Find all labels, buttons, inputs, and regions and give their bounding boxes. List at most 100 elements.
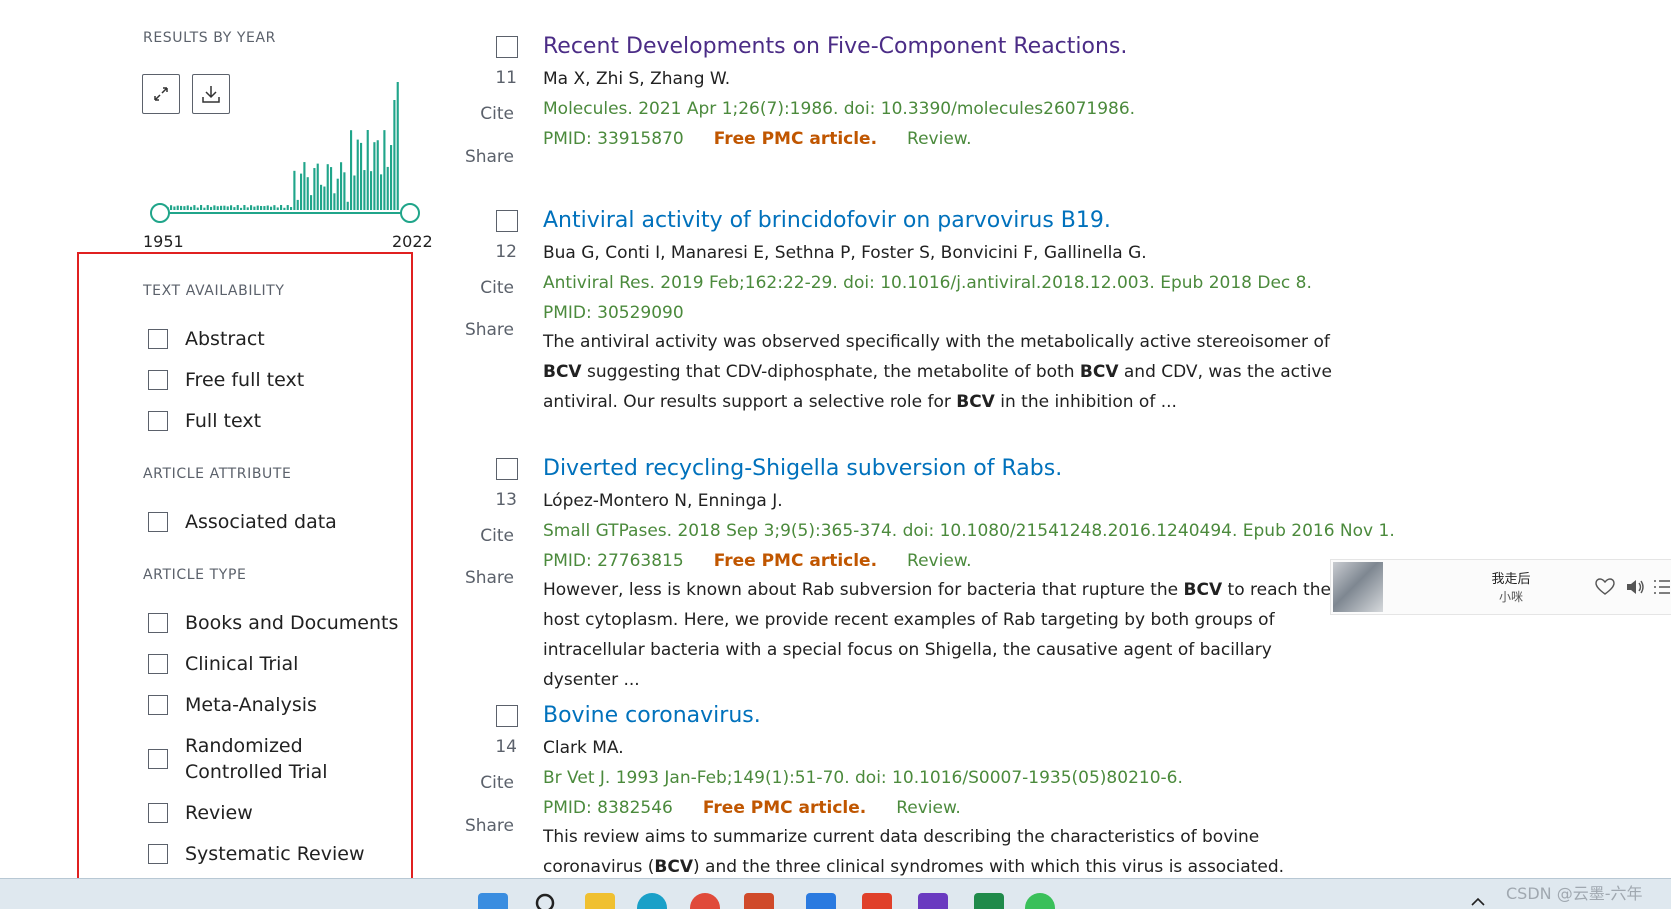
music-mini-player[interactable]: 我走后 小咪 xyxy=(1330,559,1671,615)
share-button[interactable]: Share xyxy=(440,816,514,836)
filter-checkbox[interactable] xyxy=(148,329,168,349)
filter-free-full-text[interactable]: Free full text xyxy=(148,367,304,393)
search-icon[interactable] xyxy=(533,891,559,909)
histogram-bar xyxy=(200,205,203,210)
histogram-bar xyxy=(383,130,386,210)
histogram-bar xyxy=(390,145,393,210)
article-attribute-heading: ARTICLE ATTRIBUTE xyxy=(143,466,292,482)
histogram-bar xyxy=(233,207,236,210)
filter-checkbox[interactable] xyxy=(148,411,168,431)
histogram-bar xyxy=(303,162,306,210)
highlighted-term: BCV xyxy=(543,362,582,382)
result-select-checkbox[interactable] xyxy=(496,210,518,232)
free-pmc-article-label: Free PMC article. xyxy=(713,551,878,571)
result-select-checkbox[interactable] xyxy=(496,458,518,480)
result-pmid: PMID: 27763815 xyxy=(543,551,684,571)
snippet-text: suggesting that CDV-diphosphate, the met… xyxy=(581,362,1080,382)
results-by-year-heading: RESULTS BY YEAR xyxy=(143,30,277,46)
filter-meta-analysis[interactable]: Meta-Analysis xyxy=(148,692,317,718)
share-button[interactable]: Share xyxy=(440,147,514,167)
playlist-icon[interactable] xyxy=(1653,578,1671,596)
histogram-bar xyxy=(323,186,326,210)
histogram-bar xyxy=(326,164,329,210)
histogram-bar xyxy=(180,205,183,210)
filter-checkbox[interactable] xyxy=(148,844,168,864)
filter-checkbox[interactable] xyxy=(148,370,168,390)
histogram-bar xyxy=(373,142,376,210)
histogram-bar xyxy=(376,140,379,210)
histogram-bar xyxy=(183,206,186,210)
start-icon[interactable] xyxy=(478,893,508,909)
powerpoint-icon[interactable] xyxy=(744,893,774,909)
result-title-link[interactable]: Diverted recycling-Shigella subversion o… xyxy=(543,456,1062,481)
cite-button[interactable]: Cite xyxy=(440,773,514,793)
csdn-watermark: CSDN @云墨-六年 xyxy=(1506,884,1643,903)
histogram-bar xyxy=(310,195,313,210)
article-type-heading: ARTICLE TYPE xyxy=(143,567,247,583)
histogram-bar xyxy=(353,175,356,210)
filter-randomized-controlled-trial[interactable]: Randomized Controlled Trial xyxy=(148,733,400,785)
file-explorer-icon[interactable] xyxy=(585,893,615,909)
result-meta: PMID: 27763815 Free PMC article. Review. xyxy=(543,551,972,571)
result-citation: Molecules. 2021 Apr 1;26(7):1986. doi: 1… xyxy=(543,99,1136,119)
histogram-bar xyxy=(300,173,303,210)
highlighted-term: BCV xyxy=(654,857,693,877)
histogram-bar xyxy=(256,205,259,210)
result-pmid: PMID: 33915870 xyxy=(543,129,684,149)
filter-full-text[interactable]: Full text xyxy=(148,408,261,434)
filter-abstract[interactable]: Abstract xyxy=(148,326,265,352)
result-pmid: PMID: 30529090 xyxy=(543,303,684,323)
share-button[interactable]: Share xyxy=(440,320,514,340)
result-title-link[interactable]: Bovine coronavirus. xyxy=(543,703,761,728)
cite-button[interactable]: Cite xyxy=(440,104,514,124)
filter-checkbox[interactable] xyxy=(148,803,168,823)
pycharm-icon[interactable] xyxy=(974,893,1004,909)
cite-button[interactable]: Cite xyxy=(440,526,514,546)
histogram-bar xyxy=(193,205,196,210)
histogram-bar xyxy=(203,207,206,210)
heart-icon[interactable] xyxy=(1594,577,1616,597)
share-button[interactable]: Share xyxy=(440,568,514,588)
filter-associated-data[interactable]: Associated data xyxy=(148,509,337,535)
result-snippet: This review aims to summarize current da… xyxy=(543,822,1333,878)
wechat-icon[interactable] xyxy=(1025,893,1055,909)
filter-checkbox[interactable] xyxy=(148,749,168,769)
histogram-bar xyxy=(396,82,399,210)
result-select-checkbox[interactable] xyxy=(496,36,518,58)
filter-checkbox[interactable] xyxy=(148,695,168,715)
filter-checkbox[interactable] xyxy=(148,512,168,532)
filter-checkbox[interactable] xyxy=(148,613,168,633)
histogram-bar xyxy=(286,205,289,210)
year-slider-start-handle[interactable] xyxy=(150,203,170,223)
cite-button[interactable]: Cite xyxy=(440,278,514,298)
year-slider-end-handle[interactable] xyxy=(400,203,420,223)
histogram-bar xyxy=(173,206,176,210)
filter-checkbox[interactable] xyxy=(148,654,168,674)
filter-systematic-review[interactable]: Systematic Review xyxy=(148,841,365,867)
histogram-bar xyxy=(273,205,276,210)
result-title-link[interactable]: Recent Developments on Five-Component Re… xyxy=(543,34,1127,59)
chrome-icon[interactable] xyxy=(690,893,720,909)
histogram-bar xyxy=(246,207,249,210)
result-snippet: However, less is known about Rab subvers… xyxy=(543,575,1333,695)
result-type-label: Review. xyxy=(896,798,961,818)
chevron-up-icon[interactable] xyxy=(1470,897,1486,907)
app-icon[interactable] xyxy=(918,893,948,909)
histogram-bar xyxy=(386,166,389,210)
mail-icon[interactable] xyxy=(862,893,892,909)
histogram-bar xyxy=(393,100,396,210)
histogram-bar xyxy=(223,205,226,210)
filter-review[interactable]: Review xyxy=(148,800,253,826)
result-title-link[interactable]: Antiviral activity of brincidofovir on p… xyxy=(543,208,1111,233)
filter-label: Full text xyxy=(185,410,262,432)
store-icon[interactable] xyxy=(806,893,836,909)
histogram-bar xyxy=(283,207,286,210)
edge-browser-icon[interactable] xyxy=(637,893,667,909)
histogram-bar xyxy=(313,168,316,210)
histogram-bar xyxy=(213,205,216,210)
result-select-checkbox[interactable] xyxy=(496,705,518,727)
volume-icon[interactable] xyxy=(1624,577,1646,597)
filter-clinical-trial[interactable]: Clinical Trial xyxy=(148,651,298,677)
filter-books-and-documents[interactable]: Books and Documents xyxy=(148,610,398,636)
histogram-bar xyxy=(210,206,213,210)
